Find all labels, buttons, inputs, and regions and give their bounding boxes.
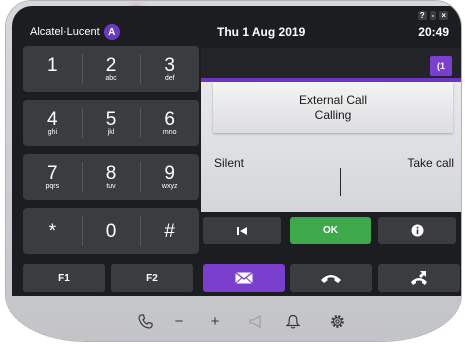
key-4[interactable]: 4 ghi <box>23 100 82 146</box>
key-letters: jkl <box>107 128 115 136</box>
incoming-call-card: External Call Calling Silent Take call <box>201 82 461 212</box>
message-button[interactable] <box>203 264 285 292</box>
keypad-row-2: 4 ghi 5 jkl 6 mno <box>23 100 199 146</box>
key-1[interactable]: 1 <box>23 46 82 92</box>
key-digit: 5 <box>105 108 117 130</box>
key-8[interactable]: 8 tuv <box>81 154 141 200</box>
info-button[interactable] <box>378 217 456 244</box>
ok-label: OK <box>323 225 338 236</box>
f1-label: F1 <box>58 272 70 284</box>
key-letters: abc <box>105 74 117 82</box>
handset-icon[interactable] <box>136 312 154 330</box>
hangup-button[interactable] <box>290 264 372 292</box>
key-digit: 4 <box>47 108 58 130</box>
call-panel: (1 External Call Calling Silent Take cal… <box>201 48 461 212</box>
swipe-handle[interactable] <box>340 168 341 196</box>
key-9[interactable]: 9 wxyz <box>140 154 199 200</box>
speaker-icon[interactable] <box>246 312 264 330</box>
brand-name: Alcatel·Lucent <box>30 26 100 38</box>
key-digit: 9 <box>164 162 175 184</box>
call-info: External Call Calling <box>213 82 453 133</box>
transfer-button[interactable] <box>378 264 460 292</box>
time-label: 20:49 <box>418 25 449 39</box>
key-7[interactable]: 7 pqrs <box>23 154 82 200</box>
f2-button[interactable]: F2 <box>111 264 193 292</box>
key-digit: 0 <box>105 220 117 242</box>
key-letters: pqrs <box>45 182 60 190</box>
skip-back-icon <box>237 226 247 235</box>
key-digit: * <box>48 220 57 242</box>
key-digit: 6 <box>164 108 175 130</box>
transfer-icon <box>411 270 427 285</box>
mail-icon <box>235 272 253 284</box>
minimize-icon[interactable]: - <box>429 11 437 20</box>
key-digit: # <box>164 220 175 242</box>
close-icon[interactable]: × <box>439 11 448 20</box>
date-label: Thu 1 Aug 2019 <box>217 25 306 39</box>
key-digit: 1 <box>47 54 58 76</box>
plus-icon[interactable]: + <box>206 312 224 330</box>
f2-label: F2 <box>146 272 158 284</box>
take-call-option[interactable]: Take call <box>407 156 454 170</box>
window-controls: ? - × <box>417 11 448 20</box>
key-star[interactable]: * <box>23 208 82 254</box>
settings-icon[interactable] <box>328 312 346 330</box>
brand-logo-icon: A <box>103 24 120 40</box>
desk-phone: Alcatel·Lucent A Thu 1 Aug 2019 ? - × 20… <box>6 1 461 341</box>
keypad-row-3: 7 pqrs 8 tuv 9 wxyz <box>23 154 199 200</box>
key-hash[interactable]: # <box>140 208 199 254</box>
info-icon <box>411 224 423 237</box>
key-3[interactable]: 3 def <box>140 46 199 92</box>
minus-icon[interactable]: − <box>170 312 188 330</box>
back-button[interactable] <box>203 217 281 244</box>
help-icon[interactable]: ? <box>417 11 427 20</box>
f1-button[interactable]: F1 <box>23 264 105 292</box>
key-digit: 3 <box>164 54 175 76</box>
bell-icon[interactable] <box>284 312 302 330</box>
ok-button[interactable]: OK <box>290 217 371 244</box>
hardware-button-bar: − + <box>6 302 461 341</box>
key-5[interactable]: 5 jkl <box>81 100 141 146</box>
key-digit: 8 <box>105 162 117 184</box>
silent-option[interactable]: Silent <box>214 156 244 170</box>
keypad-row-1: 1 2 abc 3 def <box>23 46 199 92</box>
brand-logo: Alcatel·Lucent A <box>30 24 120 40</box>
key-digit: 7 <box>47 162 58 184</box>
key-digit: 2 <box>105 54 117 76</box>
key-0[interactable]: 0 <box>81 208 141 254</box>
key-2[interactable]: 2 abc <box>81 46 141 92</box>
key-letters: def <box>164 74 175 82</box>
key-6[interactable]: 6 mno <box>140 100 199 146</box>
call-count-badge[interactable]: (1 <box>430 56 452 76</box>
call-title: External Call <box>298 92 368 107</box>
key-letters: mno <box>162 128 177 136</box>
key-letters: tuv <box>106 182 116 190</box>
phone-screen: Alcatel·Lucent A Thu 1 Aug 2019 ? - × 20… <box>12 6 461 296</box>
call-topbar: (1 <box>201 48 461 82</box>
keypad-row-4: * 0 # <box>23 208 199 254</box>
key-letters: ghi <box>47 128 57 136</box>
call-status: Calling <box>314 107 352 122</box>
key-letters: wxyz <box>161 182 178 190</box>
hangup-icon <box>321 274 341 283</box>
dial-keypad: 1 2 abc 3 def 4 ghi 5 jkl 6 mno 7 pqrs 8 tuv 9w… <box>23 46 199 254</box>
